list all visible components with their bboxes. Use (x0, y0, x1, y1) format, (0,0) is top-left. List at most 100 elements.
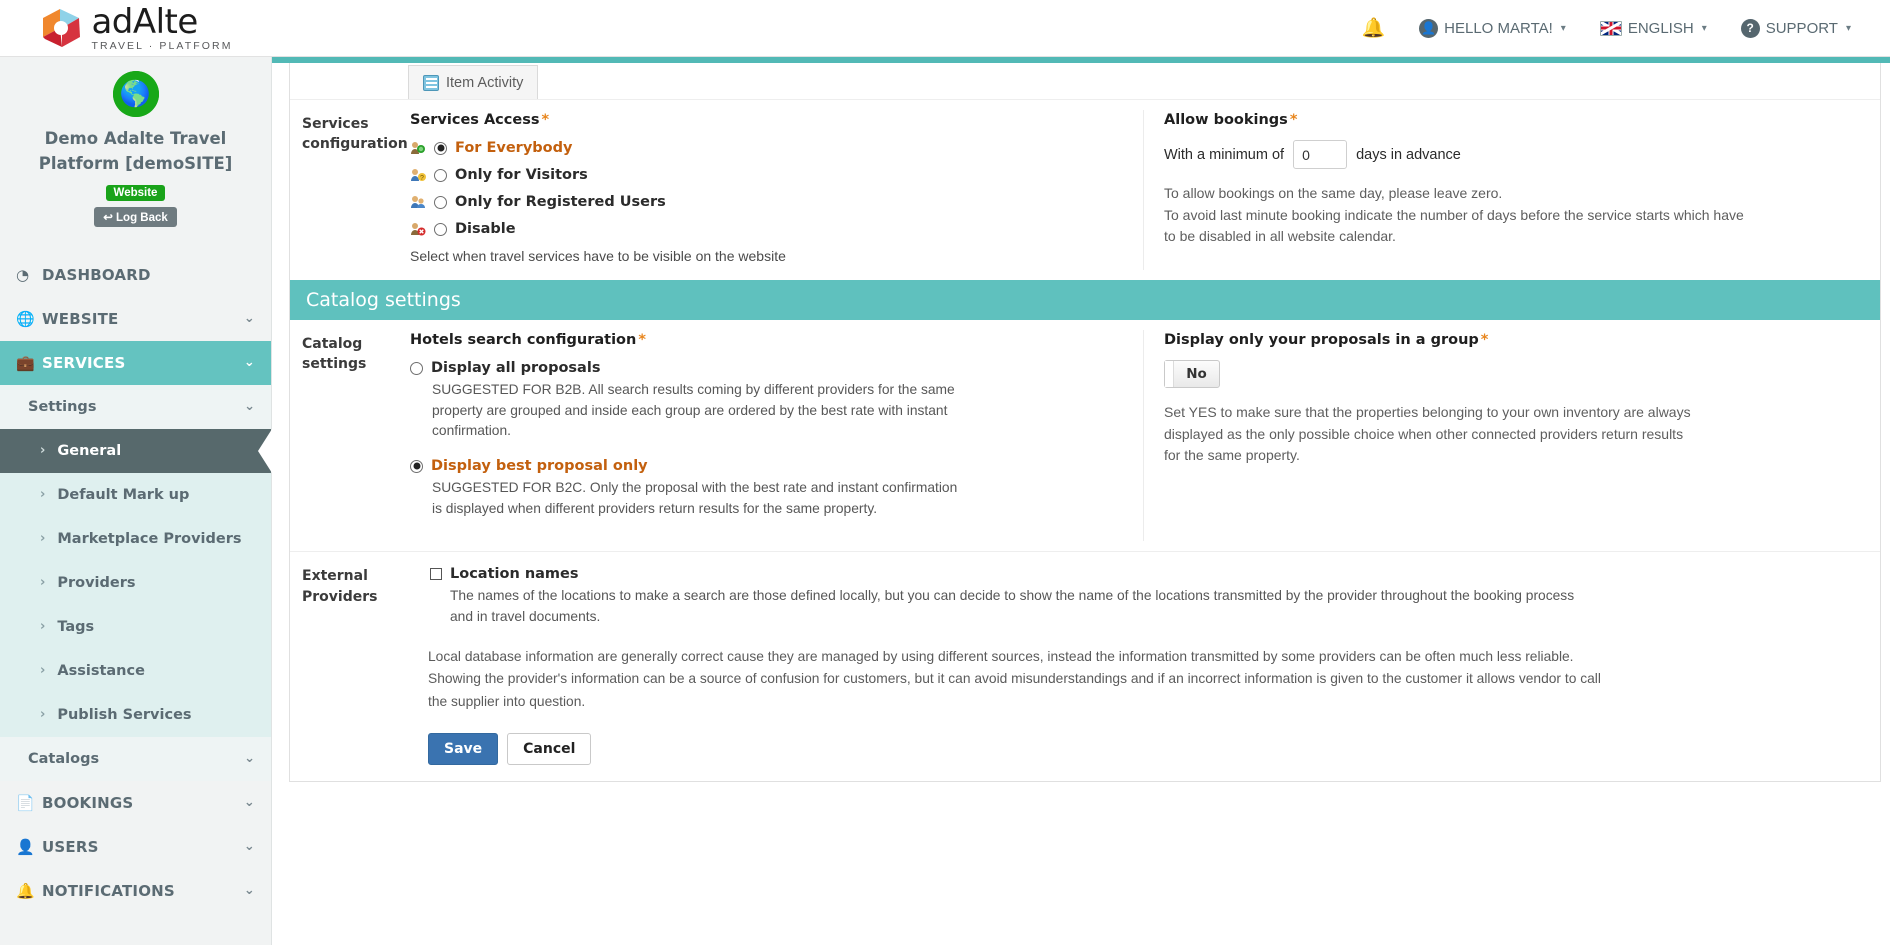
sidebar-group-label: Catalogs (28, 750, 100, 767)
chevron-down-icon: ⌄ (243, 311, 255, 326)
sidebar-item-publish-services[interactable]: › Publish Services (0, 692, 271, 737)
allow-bookings-title-text: Allow bookings (1164, 112, 1288, 128)
bell-icon: 🔔 (1361, 18, 1386, 39)
sidebar-item-general[interactable]: › General (0, 428, 272, 473)
language-menu-button[interactable]: ENGLISH ▾ (1583, 0, 1724, 56)
checkbox-input[interactable] (430, 568, 442, 581)
globe-icon: 🌎 (112, 71, 159, 117)
sidebar-item-label: Assistance (57, 662, 145, 679)
cancel-button[interactable]: Cancel (507, 732, 592, 765)
website-badge[interactable]: Website (105, 184, 166, 201)
logo-wordmark: adAlte (91, 1, 198, 42)
sidebar-item-tags[interactable]: › Tags (0, 604, 271, 649)
sidebar-item-assistance[interactable]: › Assistance (0, 648, 271, 693)
sidebar-item-users[interactable]: 👤 USERS ⌄ (0, 825, 271, 869)
people-green-icon (410, 140, 426, 156)
allow-bookings-note: To allow bookings on the same day, pleas… (1164, 183, 1868, 248)
option-display-all-proposals[interactable]: Display all proposals SUGGESTED FOR B2B.… (410, 360, 1131, 442)
radio-for-everybody[interactable]: For Everybody (410, 140, 1131, 156)
sidebar-item-label: General (57, 442, 122, 459)
sidebar-item-bookings[interactable]: 📄 BOOKINGS ⌄ (0, 781, 271, 825)
app-root: adAlte TRAVEL · PLATFORM 🔔 👤 HELLO MARTA… (0, 0, 1890, 945)
notifications-bell-button[interactable]: 🔔 (1344, 0, 1402, 56)
sidebar-item-providers[interactable]: › Providers (0, 560, 271, 605)
long-note-line-3: the supplier into question. (428, 693, 586, 709)
services-access-title-text: Services Access (410, 112, 540, 128)
radio-input[interactable] (434, 222, 447, 236)
sidebar-item-label: Default Mark up (57, 486, 190, 503)
radio-disable[interactable]: Disable (410, 221, 1131, 237)
top-navigation: 🔔 👤 HELLO MARTA! ▾ ENGLISH ▾ ? SUPPORT ▾ (1344, 0, 1890, 56)
logo-tagline: TRAVEL · PLATFORM (91, 39, 233, 52)
language-label: ENGLISH (1627, 19, 1694, 37)
hotels-search-title-text: Hotels search configuration (410, 332, 637, 348)
long-note-line-1: Local database information are generally… (428, 648, 1574, 664)
chevron-right-icon: › (40, 443, 46, 458)
radio-input[interactable] (434, 168, 447, 182)
sidebar-nav: ◔ DASHBOARD 🌐 WEBSITE ⌄ 💼 SERVICES ⌄ Set… (0, 253, 272, 913)
sidebar-item-website[interactable]: 🌐 WEBSITE ⌄ (0, 297, 271, 341)
radio-only-registered[interactable]: Only for Registered Users (410, 194, 1131, 210)
sidebar-item-label: DASHBOARD (42, 265, 151, 284)
sidebar-group-label: Settings (28, 398, 97, 415)
checkbox-label: Location names (450, 566, 579, 583)
chevron-right-icon: › (40, 663, 46, 678)
bell-icon: 🔔 (16, 881, 35, 900)
tab-item-activity[interactable]: Item Activity (408, 65, 539, 99)
sidebar-item-label: Providers (57, 574, 136, 591)
group-proposals-title-text: Display only your proposals in a group (1164, 332, 1479, 348)
sidebar-item-label: Tags (57, 618, 95, 635)
min-days-input[interactable] (1293, 140, 1348, 169)
people-disabled-icon (410, 221, 426, 237)
sidebar-item-dashboard[interactable]: ◔ DASHBOARD (0, 253, 271, 297)
sidebar-item-services[interactable]: 💼 SERVICES ⌄ (0, 340, 271, 385)
log-back-icon: ↩ (103, 211, 113, 224)
required-asterisk: * (1480, 332, 1489, 348)
location-names-checkbox-group[interactable]: Location names (410, 566, 1868, 582)
required-asterisk: * (1289, 112, 1298, 128)
question-mark-icon: ? (1740, 18, 1760, 38)
chevron-right-icon: › (40, 575, 46, 590)
people-user-icon (410, 194, 426, 210)
support-label: SUPPORT (1765, 19, 1838, 37)
people-question-icon: ? (410, 167, 426, 183)
radio-input[interactable] (434, 141, 447, 155)
group-proposals-toggle[interactable]: No (1164, 360, 1220, 388)
external-providers-label: External Providers (302, 568, 378, 605)
external-providers-long-note: Local database information are generally… (408, 628, 1718, 723)
required-asterisk: * (638, 332, 646, 348)
radio-input[interactable] (410, 459, 423, 473)
user-icon: 👤 (16, 837, 35, 856)
services-access-column: Services Access * For Everybody ? Only f… (408, 100, 1143, 280)
radio-input[interactable] (434, 195, 447, 209)
option-display-best-proposal[interactable]: Display best proposal only SUGGESTED FOR… (410, 458, 1131, 519)
group-proposals-column: Display only your proposals in a group * … (1144, 320, 1880, 551)
site-summary: 🌎 Demo Adalte Travel Platform [demoSITE]… (0, 57, 271, 237)
sidebar-item-marketplace-providers[interactable]: › Marketplace Providers (0, 516, 271, 561)
sidebar-item-label: BOOKINGS (42, 793, 134, 812)
sidebar-group-catalogs[interactable]: Catalogs ⌄ (0, 737, 271, 781)
sidebar-item-default-mark-up[interactable]: › Default Mark up (0, 472, 271, 517)
user-menu-button[interactable]: 👤 HELLO MARTA! ▾ (1402, 0, 1583, 56)
chevron-down-icon: ⌄ (243, 795, 255, 810)
radio-input[interactable] (410, 361, 423, 375)
save-button[interactable]: Save (428, 732, 499, 765)
radio-only-visitors[interactable]: ? Only for Visitors (410, 167, 1131, 183)
main-content: Item Activity Services configuration Ser… (272, 57, 1890, 945)
catalog-settings-label: Catalog settings (302, 336, 367, 373)
tab-label: Item Activity (446, 74, 524, 91)
brand-logo[interactable]: adAlte TRAVEL · PLATFORM (0, 0, 272, 57)
form-actions: Save Cancel (408, 723, 1880, 781)
log-back-button[interactable]: ↩ Log Back (94, 206, 177, 227)
chevron-down-icon: ⌄ (244, 399, 255, 414)
support-menu-button[interactable]: ? SUPPORT ▾ (1724, 0, 1868, 56)
sidebar-item-notifications[interactable]: 🔔 NOTIFICATIONS ⌄ (0, 869, 271, 913)
sidebar-item-label: NOTIFICATIONS (42, 881, 175, 900)
sidebar-item-label: USERS (42, 837, 99, 856)
group-proposals-description: Set YES to make sure that the properties… (1164, 404, 1691, 464)
catalog-settings-section-title: Catalog settings (290, 280, 1880, 320)
services-configuration-label: Services configuration (302, 116, 408, 153)
sidebar: 🌎 Demo Adalte Travel Platform [demoSITE]… (0, 57, 272, 945)
sidebar-group-settings[interactable]: Settings ⌄ (0, 385, 271, 429)
sidebar-item-label: WEBSITE (42, 309, 119, 328)
